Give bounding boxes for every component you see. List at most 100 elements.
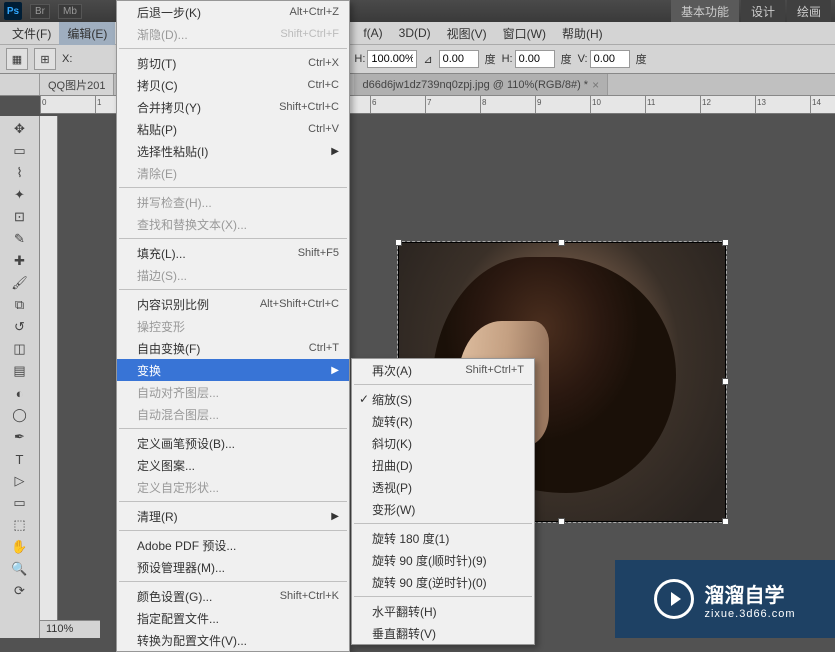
menu-3d[interactable]: 3D(D)	[391, 23, 439, 43]
crop-tool-icon[interactable]: ⊡	[8, 206, 32, 228]
menu-item[interactable]: 剪切(T)Ctrl+X	[117, 52, 349, 74]
menu-window[interactable]: 窗口(W)	[495, 22, 554, 45]
move-tool-icon[interactable]: ✥	[8, 118, 32, 140]
workspace-tab-basic[interactable]: 基本功能	[671, 0, 739, 22]
skew-h-label: H:	[502, 53, 513, 65]
deg-label-3: 度	[636, 51, 647, 67]
marquee-tool-icon[interactable]: ▭	[8, 140, 32, 162]
skew-h-input[interactable]	[515, 50, 555, 68]
transform-handle[interactable]	[722, 518, 729, 525]
menu-item[interactable]: 旋转 90 度(逆时针)(0)	[352, 571, 534, 593]
doc-tab-active[interactable]: d66d6jw1dz739nq0zpj.jpg @ 110%(RGB/8#) *…	[354, 74, 608, 95]
workspace-tab-design[interactable]: 设计	[741, 0, 785, 22]
menu-item[interactable]: 后退一步(K)Alt+Ctrl+Z	[117, 1, 349, 23]
eraser-tool-icon[interactable]: ◫	[8, 338, 32, 360]
menu-item[interactable]: 旋转 90 度(顺时针)(9)	[352, 549, 534, 571]
zoom-status[interactable]: 110%	[40, 620, 100, 638]
menu-item[interactable]: 合并拷贝(Y)Shift+Ctrl+C	[117, 96, 349, 118]
type-tool-icon[interactable]: T	[8, 448, 32, 470]
transform-handle[interactable]	[395, 239, 402, 246]
wand-tool-icon[interactable]: ✦	[8, 184, 32, 206]
menu-item[interactable]: 转换为配置文件(V)...	[117, 629, 349, 651]
rotate-view-tool-icon[interactable]: ⟳	[8, 580, 32, 602]
menu-f[interactable]: f(A)	[355, 23, 390, 43]
transform-submenu: 再次(A)Shift+Ctrl+T ✓缩放(S)旋转(R)斜切(K)扭曲(D)透视…	[351, 358, 535, 645]
menu-item[interactable]: 垂直翻转(V)	[352, 622, 534, 644]
gradient-tool-icon[interactable]: ▤	[8, 360, 32, 382]
angle-input[interactable]	[439, 50, 479, 68]
menu-item[interactable]: ✓缩放(S)	[352, 388, 534, 410]
skew-v-input[interactable]	[590, 50, 630, 68]
minibridge-button[interactable]: Mb	[58, 4, 82, 19]
menu-view[interactable]: 视图(V)	[439, 22, 495, 45]
history-brush-tool-icon[interactable]: ↺	[8, 316, 32, 338]
menu-item[interactable]: Adobe PDF 预设...	[117, 534, 349, 556]
path-tool-icon[interactable]: ▷	[8, 470, 32, 492]
menu-item[interactable]: 定义画笔预设(B)...	[117, 432, 349, 454]
menu-item[interactable]: 旋转(R)	[352, 410, 534, 432]
play-icon	[654, 579, 694, 619]
menu-item[interactable]: 拷贝(C)Ctrl+C	[117, 74, 349, 96]
menu-item[interactable]: 填充(L)...Shift+F5	[117, 242, 349, 264]
menu-item: 渐隐(D)...Shift+Ctrl+F	[117, 23, 349, 45]
dodge-tool-icon[interactable]: ◯	[8, 404, 32, 426]
edit-menu-dropdown: 后退一步(K)Alt+Ctrl+Z渐隐(D)...Shift+Ctrl+F 剪切(…	[116, 0, 350, 652]
menu-item[interactable]: 自由变换(F)Ctrl+T	[117, 337, 349, 359]
close-icon[interactable]: ×	[592, 78, 599, 92]
menu-item[interactable]: 变换▶	[117, 359, 349, 381]
workspace-tab-draw[interactable]: 绘画	[787, 0, 831, 22]
bridge-button[interactable]: Br	[30, 4, 50, 19]
menu-item[interactable]: 定义图案...	[117, 454, 349, 476]
menu-help[interactable]: 帮助(H)	[554, 22, 611, 45]
pen-tool-icon[interactable]: ✒	[8, 426, 32, 448]
deg-label-2: 度	[561, 51, 572, 67]
menu-item[interactable]: 旋转 180 度(1)	[352, 527, 534, 549]
blur-tool-icon[interactable]: ◐	[8, 382, 32, 404]
menu-item[interactable]: 粘贴(P)Ctrl+V	[117, 118, 349, 140]
menu-edit[interactable]: 编辑(E)	[59, 22, 115, 45]
brush-tool-icon[interactable]: 🖌	[8, 272, 32, 294]
hand-tool-icon[interactable]: ✋	[8, 536, 32, 558]
transform-handle[interactable]	[722, 378, 729, 385]
deg-label: 度	[485, 51, 496, 67]
x-label: X:	[62, 53, 72, 65]
shape-tool-icon[interactable]: ▭	[8, 492, 32, 514]
menu-item[interactable]: 内容识别比例Alt+Shift+Ctrl+C	[117, 293, 349, 315]
scale-input[interactable]	[367, 50, 417, 68]
menu-item: 清除(E)	[117, 162, 349, 184]
watermark-name: 溜溜自学	[704, 579, 795, 608]
zoom-tool-icon[interactable]: 🔍	[8, 558, 32, 580]
doc-title: d66d6jw1dz739nq0zpj.jpg @ 110%(RGB/8#) *	[362, 79, 588, 91]
lasso-tool-icon[interactable]: ⌇	[8, 162, 32, 184]
transform-icon[interactable]: ▦	[6, 48, 28, 70]
h-label: H:	[354, 53, 365, 65]
menu-item[interactable]: 指定配置文件...	[117, 607, 349, 629]
menu-item[interactable]: 选择性粘贴(I)▶	[117, 140, 349, 162]
menu-item[interactable]: 透视(P)	[352, 476, 534, 498]
menu-item: 定义自定形状...	[117, 476, 349, 498]
watermark: 溜溜自学 zixue.3d66.com	[615, 560, 835, 638]
menu-item: 查找和替换文本(X)...	[117, 213, 349, 235]
vertical-ruler	[40, 116, 58, 638]
menu-file[interactable]: 文件(F)	[4, 22, 59, 45]
menu-item[interactable]: 斜切(K)	[352, 432, 534, 454]
menu-item[interactable]: 扭曲(D)	[352, 454, 534, 476]
eyedropper-tool-icon[interactable]: ✎	[8, 228, 32, 250]
stamp-tool-icon[interactable]: ⧉	[8, 294, 32, 316]
transform-handle[interactable]	[558, 518, 565, 525]
menu-item[interactable]: 水平翻转(H)	[352, 600, 534, 622]
reference-point-icon[interactable]: ⊞	[34, 48, 56, 70]
menu-item[interactable]: 颜色设置(G)...Shift+Ctrl+K	[117, 585, 349, 607]
doc-tab-inactive[interactable]: QQ图片201	[40, 74, 114, 95]
menu-item: 自动混合图层...	[117, 403, 349, 425]
3d-tool-icon[interactable]: ⬚	[8, 514, 32, 536]
menu-item[interactable]: 预设管理器(M)...	[117, 556, 349, 578]
angle-icon: ⊿	[423, 53, 432, 66]
menu-item[interactable]: 清理(R)▶	[117, 505, 349, 527]
heal-tool-icon[interactable]: ✚	[8, 250, 32, 272]
menu-item[interactable]: 再次(A)Shift+Ctrl+T	[352, 359, 534, 381]
transform-handle[interactable]	[558, 239, 565, 246]
ps-logo-icon: Ps	[4, 2, 22, 20]
transform-handle[interactable]	[722, 239, 729, 246]
menu-item[interactable]: 变形(W)	[352, 498, 534, 520]
